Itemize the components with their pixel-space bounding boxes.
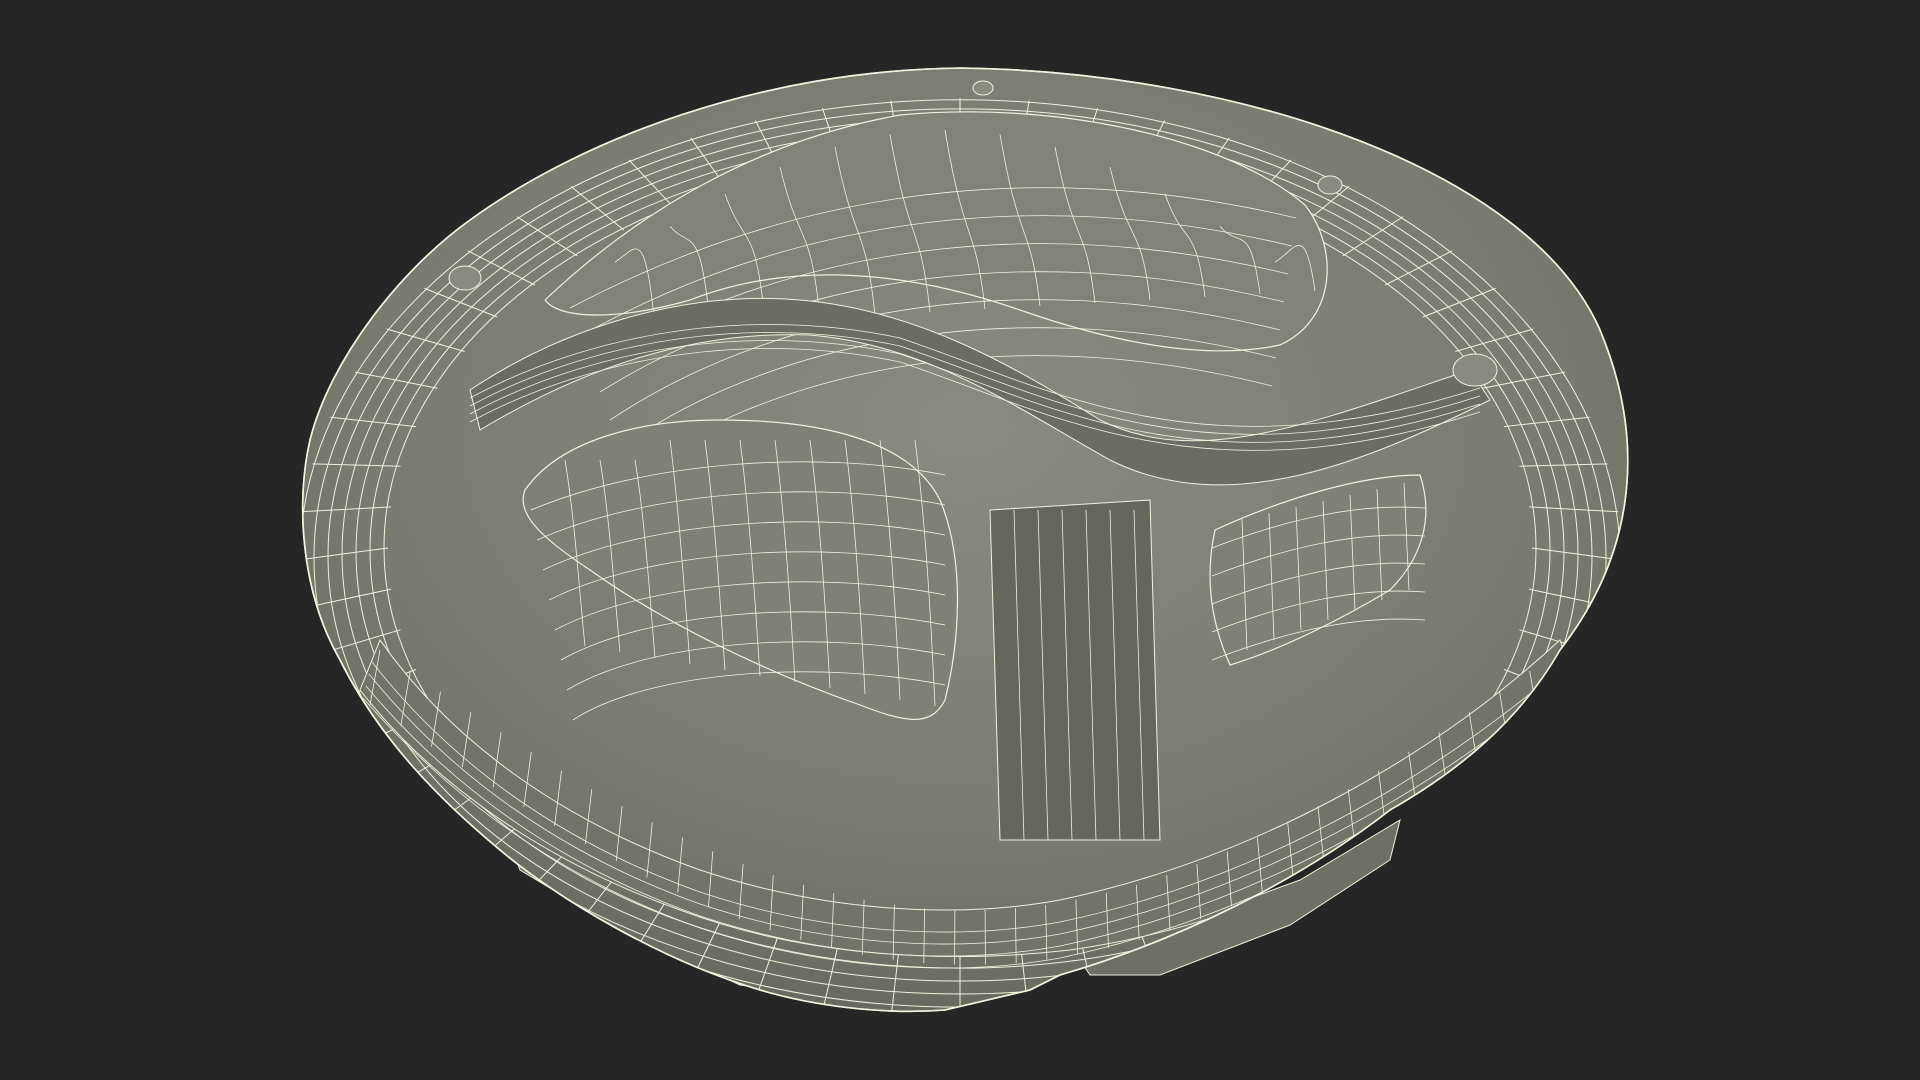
render-viewport[interactable] [0,0,1920,1080]
wireframe-model [301,67,1629,1013]
